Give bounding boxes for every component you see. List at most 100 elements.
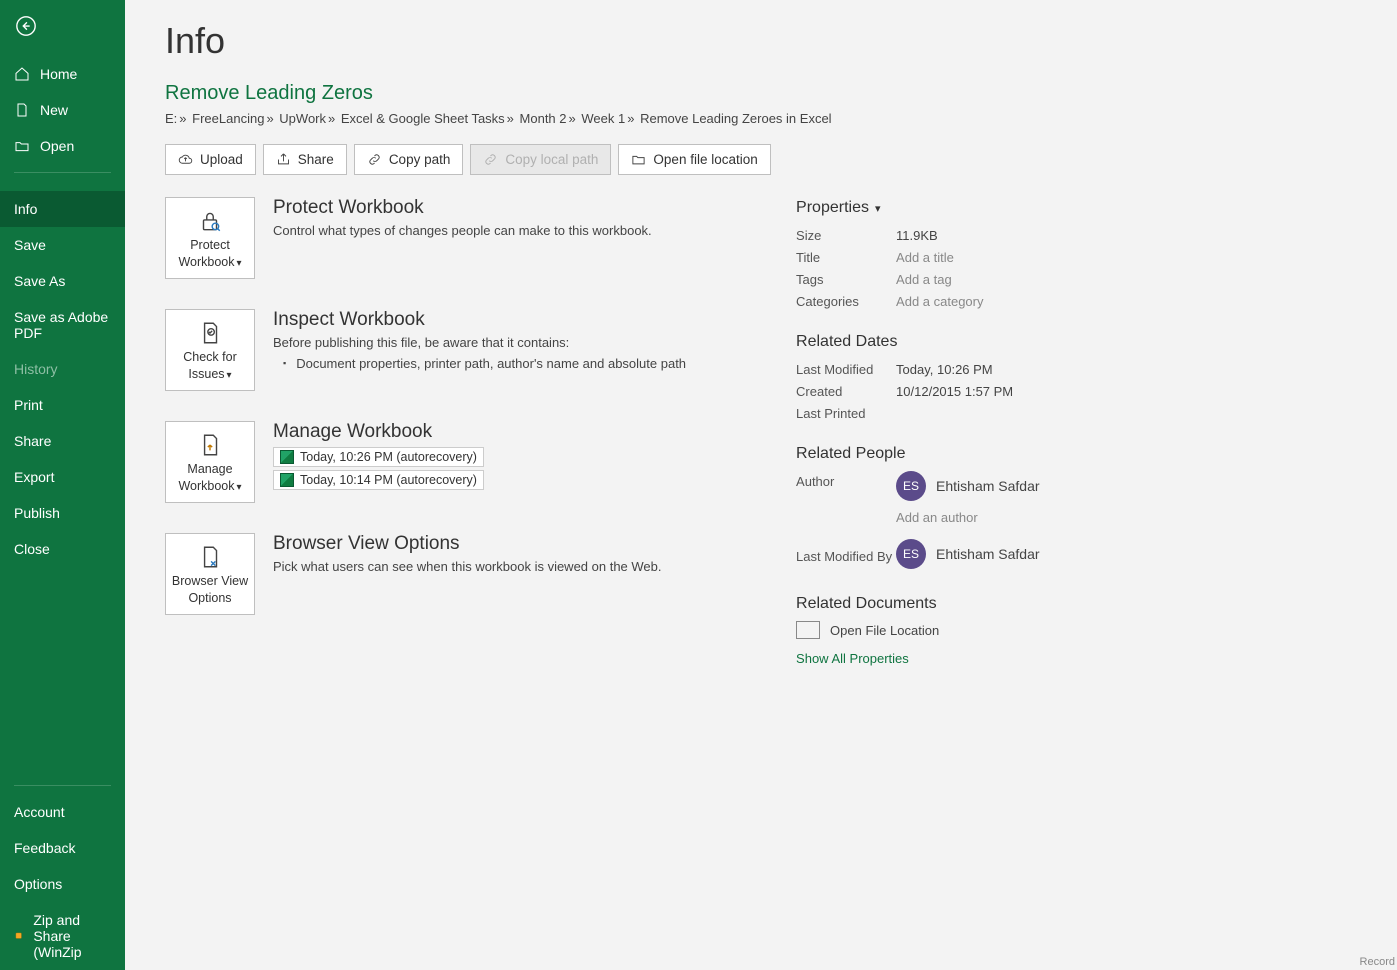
sidebar-item-feedback[interactable]: Feedback — [0, 830, 125, 866]
related-people-heading: Related People — [796, 445, 1196, 463]
button-label: Copy local path — [505, 152, 598, 167]
browser-view-options-button[interactable]: Browser View Options — [165, 533, 255, 615]
sidebar-item-zip-share[interactable]: Zip and Share (WinZip — [0, 902, 125, 970]
back-button[interactable] — [6, 6, 46, 46]
button-label: Copy path — [389, 152, 451, 167]
sidebar-item-info[interactable]: Info — [0, 191, 125, 227]
last-modified-by-name: Ehtisham Safdar — [936, 543, 1040, 565]
protect-lock-icon — [197, 207, 223, 235]
sidebar-label: Feedback — [14, 840, 75, 856]
open-folder-icon — [14, 138, 30, 154]
sidebar-top-group: Home New Open — [0, 56, 125, 164]
sidebar-item-export[interactable]: Export — [0, 459, 125, 495]
author-name: Ehtisham Safdar — [936, 475, 1040, 497]
prop-key-size: Size — [796, 225, 896, 247]
sidebar-label: Share — [14, 433, 51, 449]
protect-workbook-desc: Control what types of changes people can… — [273, 223, 652, 238]
sidebar-label: Close — [14, 541, 50, 557]
breadcrumb-segment[interactable]: Week 1 — [581, 111, 625, 126]
sidebar-item-publish[interactable]: Publish — [0, 495, 125, 531]
author-person[interactable]: ES Ehtisham Safdar — [896, 471, 1040, 501]
sidebar-item-new[interactable]: New — [0, 92, 125, 128]
sidebar-label: Zip and Share (WinZip — [33, 912, 115, 960]
breadcrumb-segment[interactable]: FreeLancing — [192, 111, 264, 126]
sidebar-label: Save As — [14, 273, 65, 289]
prop-key-last-printed: Last Printed — [796, 403, 896, 425]
protect-workbook-button[interactable]: Protect Workbook▾ — [165, 197, 255, 279]
add-author-field[interactable]: Add an author — [896, 507, 1040, 529]
prop-key-title: Title — [796, 247, 896, 269]
folder-open-icon — [631, 152, 646, 167]
browser-view-icon — [197, 543, 223, 571]
page-title: Info — [165, 20, 1397, 62]
breadcrumb-segment[interactable]: Excel & Google Sheet Tasks — [341, 111, 505, 126]
prop-val-created: 10/12/2015 1:57 PM — [896, 381, 1013, 403]
prop-val-last-modified: Today, 10:26 PM — [896, 359, 993, 381]
prop-val-categories[interactable]: Add a category — [896, 291, 983, 313]
breadcrumb-segment[interactable]: E: — [165, 111, 177, 126]
sidebar-item-print[interactable]: Print — [0, 387, 125, 423]
breadcrumb-segment[interactable]: Remove Leading Zeroes in Excel — [640, 111, 832, 126]
excel-file-icon — [280, 473, 294, 487]
open-file-location-button[interactable]: Open file location — [618, 144, 770, 175]
copy-local-path-button: Copy local path — [470, 144, 611, 175]
breadcrumb: E:» FreeLancing» UpWork» Excel & Google … — [165, 111, 1397, 126]
chevron-down-icon: ▾ — [237, 258, 242, 269]
chevron-down-icon: ▾ — [875, 202, 881, 215]
sidebar-label: History — [14, 361, 58, 377]
sidebar-mid-group: Info Save Save As Save as Adobe PDF Hist… — [0, 191, 125, 567]
excel-file-icon — [280, 450, 294, 464]
info-panel: Info Remove Leading Zeros E:» FreeLancin… — [125, 0, 1397, 970]
sidebar-item-share[interactable]: Share — [0, 423, 125, 459]
action-bar: Upload Share Copy path Copy local path O… — [165, 144, 1397, 175]
upload-button[interactable]: Upload — [165, 144, 256, 175]
info-cards: Protect Workbook▾ Protect Workbook Contr… — [165, 197, 686, 615]
sidebar-bottom-group: Account Feedback Options Zip and Share (… — [0, 777, 125, 970]
sidebar-item-open[interactable]: Open — [0, 128, 125, 164]
sidebar-label: New — [40, 102, 68, 118]
inspect-bullet: Document properties, printer path, autho… — [283, 356, 686, 371]
button-label: Share — [298, 152, 334, 167]
share-button[interactable]: Share — [263, 144, 347, 175]
prop-val-title[interactable]: Add a title — [896, 247, 954, 269]
zip-icon — [14, 928, 23, 944]
document-title: Remove Leading Zeros — [165, 82, 1397, 105]
sidebar-label: Options — [14, 876, 62, 892]
open-file-location-link[interactable]: Open File Location — [796, 621, 1196, 639]
inspect-workbook-row: Check for Issues▾ Inspect Workbook Befor… — [165, 309, 686, 391]
autorecovery-version[interactable]: Today, 10:14 PM (autorecovery) — [273, 470, 484, 490]
check-for-issues-button[interactable]: Check for Issues▾ — [165, 309, 255, 391]
avatar: ES — [896, 471, 926, 501]
browser-view-row: Browser View Options Browser View Option… — [165, 533, 686, 615]
sidebar-item-save-as[interactable]: Save As — [0, 263, 125, 299]
cloud-upload-icon — [178, 152, 193, 167]
autorecovery-version[interactable]: Today, 10:26 PM (autorecovery) — [273, 447, 484, 467]
chevron-down-icon: ▾ — [237, 482, 242, 493]
copy-path-button[interactable]: Copy path — [354, 144, 464, 175]
record-label: Record — [1360, 956, 1395, 968]
breadcrumb-segment[interactable]: UpWork — [279, 111, 326, 126]
sidebar-label: Export — [14, 469, 54, 485]
show-all-properties-link[interactable]: Show All Properties — [796, 651, 909, 666]
sidebar-item-home[interactable]: Home — [0, 56, 125, 92]
sidebar-item-close[interactable]: Close — [0, 531, 125, 567]
last-modified-by-person[interactable]: ES Ehtisham Safdar — [896, 539, 1040, 569]
sidebar-item-save-adobe-pdf[interactable]: Save as Adobe PDF — [0, 299, 125, 351]
sidebar-item-options[interactable]: Options — [0, 866, 125, 902]
back-arrow-icon — [15, 15, 37, 37]
protect-workbook-row: Protect Workbook▾ Protect Workbook Contr… — [165, 197, 686, 279]
sidebar-item-account[interactable]: Account — [0, 794, 125, 830]
sidebar-label: Account — [14, 804, 65, 820]
share-icon — [276, 152, 291, 167]
sidebar-item-save[interactable]: Save — [0, 227, 125, 263]
sidebar-divider — [14, 172, 111, 173]
prop-key-last-modified-by: Last Modified By — [796, 546, 896, 568]
prop-val-tags[interactable]: Add a tag — [896, 269, 952, 291]
manage-workbook-button[interactable]: Manage Workbook▾ — [165, 421, 255, 503]
sidebar-label: Save as Adobe PDF — [14, 309, 115, 341]
breadcrumb-segment[interactable]: Month 2 — [520, 111, 567, 126]
prop-key-tags: Tags — [796, 269, 896, 291]
properties-heading[interactable]: Properties ▾ — [796, 199, 1196, 217]
related-dates-heading: Related Dates — [796, 333, 1196, 351]
sidebar-divider — [14, 785, 111, 786]
